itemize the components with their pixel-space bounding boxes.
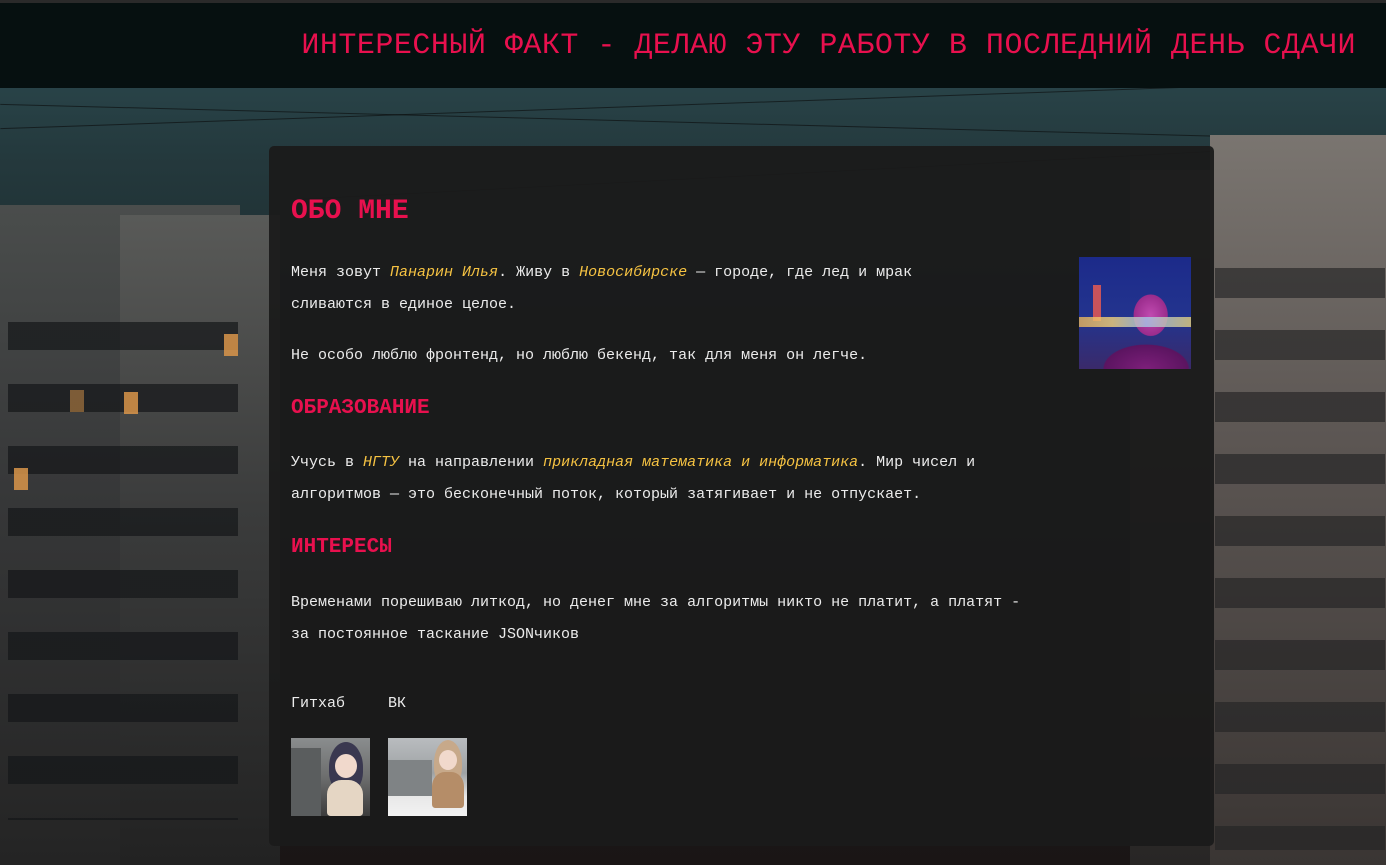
education-text: Учусь в bbox=[291, 454, 364, 471]
profile-photo bbox=[1079, 257, 1191, 369]
building-windows bbox=[8, 300, 238, 820]
education-text: на направлении bbox=[399, 454, 544, 471]
education-paragraph: Учусь в НГТУ на направлении прикладная м… bbox=[291, 447, 1171, 511]
thumb-body bbox=[327, 780, 363, 816]
profile-card: ОБО МНЕ Меня зовут Панарин Илья. Живу в … bbox=[269, 146, 1214, 846]
github-thumbnail[interactable] bbox=[291, 738, 370, 816]
about-paragraph-2: Не особо люблю фронтенд, но люблю бекенд… bbox=[291, 347, 868, 364]
about-text: . Живу в bbox=[498, 264, 580, 281]
education-title: ОБРАЗОВАНИЕ bbox=[291, 397, 430, 420]
major-highlight: прикладная математика и информатика bbox=[543, 454, 859, 471]
banner-title: ИНТЕРЕСНЫЙ ФАКТ - ДЕЛАЮ ЭТУ РАБОТУ В ПОС… bbox=[301, 29, 1356, 63]
name-highlight: Панарин Илья bbox=[390, 264, 499, 281]
city-highlight: Новосибирске bbox=[579, 264, 688, 281]
thumb-body bbox=[432, 772, 464, 808]
thumb-building bbox=[388, 760, 432, 796]
lit-window bbox=[124, 392, 138, 414]
vk-link[interactable]: ВК bbox=[388, 695, 406, 712]
lit-window bbox=[70, 390, 84, 412]
interests-text: за постоянное таскание JSONчиков bbox=[291, 626, 580, 643]
lit-window bbox=[224, 334, 238, 356]
thumb-face bbox=[439, 750, 457, 770]
about-paragraph: Меня зовут Панарин Илья. Живу в Новосиби… bbox=[291, 257, 1051, 321]
interests-paragraph: Временами порешиваю литкод, но денег мне… bbox=[291, 587, 1191, 651]
vk-thumbnail[interactable] bbox=[388, 738, 467, 816]
about-text: сливаются в единое целое. bbox=[291, 296, 517, 313]
interests-text: Временами порешиваю литкод, но денег мне… bbox=[291, 594, 1021, 611]
about-text: Меня зовут bbox=[291, 264, 391, 281]
photo-city-lights bbox=[1079, 317, 1191, 327]
lit-window bbox=[14, 468, 28, 490]
power-line bbox=[0, 103, 1386, 142]
thumb-face bbox=[335, 754, 357, 778]
about-title: ОБО МНЕ bbox=[291, 196, 409, 227]
education-text: алгоритмов — это бесконечный поток, кото… bbox=[291, 486, 922, 503]
github-link[interactable]: Гитхаб bbox=[291, 695, 345, 712]
building-windows bbox=[1215, 250, 1385, 850]
photo-tower bbox=[1093, 285, 1101, 321]
top-banner: ИНТЕРЕСНЫЙ ФАКТ - ДЕЛАЮ ЭТУ РАБОТУ В ПОС… bbox=[0, 0, 1386, 88]
thumb-building bbox=[291, 748, 321, 816]
university-highlight: НГТУ bbox=[363, 454, 400, 471]
about-text: — городе, где лед и мрак bbox=[687, 264, 913, 281]
education-text: . Мир чисел и bbox=[858, 454, 976, 471]
interests-title: ИНТЕРЕСЫ bbox=[291, 536, 392, 559]
